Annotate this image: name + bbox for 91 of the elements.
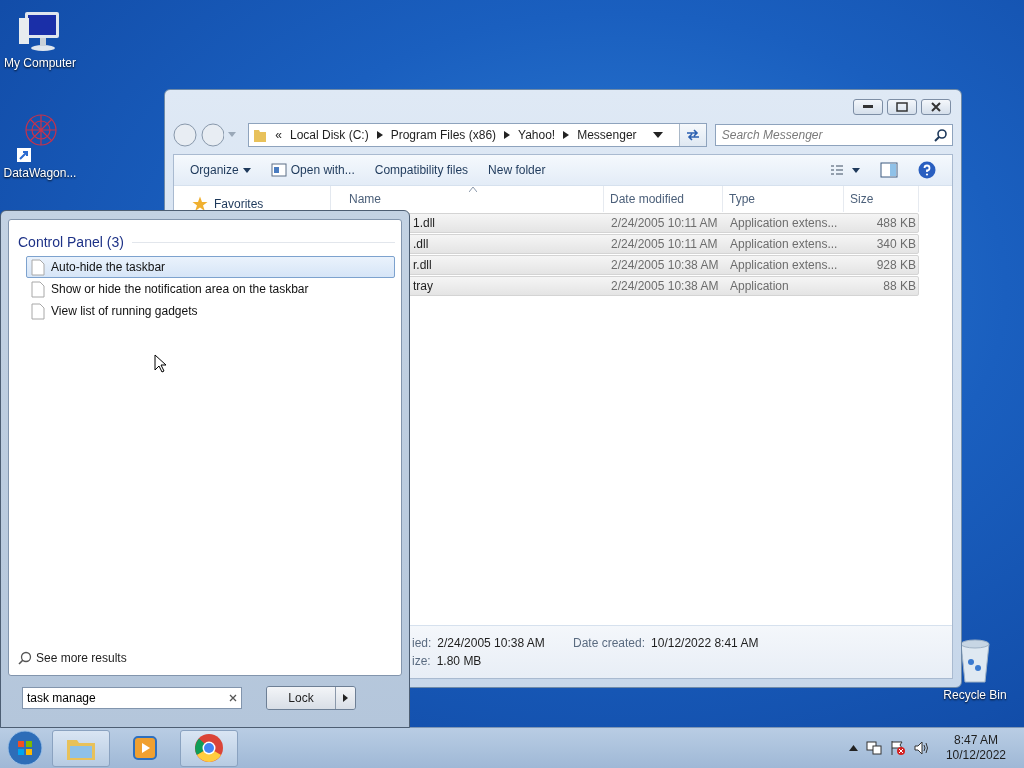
folder-icon <box>253 127 268 143</box>
clock-time: 8:47 AM <box>953 733 998 748</box>
result-group-title: Control Panel (3) <box>18 234 124 250</box>
detail-label: ied: <box>412 636 432 650</box>
result-label: Show or hide the notification area on the taskbar <box>51 282 309 296</box>
file-type: Application extens... <box>729 258 839 272</box>
pane-icon <box>880 162 898 178</box>
document-icon <box>31 280 45 298</box>
file-name: tray <box>412 279 434 293</box>
refresh-icon <box>684 128 701 142</box>
show-hidden-icons-button[interactable] <box>848 745 858 751</box>
address-crumb[interactable]: Program Files (x86) <box>390 128 497 142</box>
nav-item[interactable]: Favorites <box>214 197 264 211</box>
file-size: 488 KB <box>875 216 917 230</box>
document-icon <box>31 258 45 276</box>
clock-date: 10/12/2022 <box>945 748 1006 763</box>
minimize-button[interactable] <box>853 99 883 115</box>
chevron-icon <box>504 131 511 139</box>
detail-label: ize: <box>412 654 431 668</box>
file-size: 88 KB <box>882 279 917 293</box>
search-field[interactable]: Search Messenger <box>714 124 953 146</box>
toolbar-button[interactable]: Compatibility files <box>366 159 477 181</box>
refresh-button[interactable] <box>678 124 706 146</box>
chevron-icon <box>563 131 570 139</box>
search-icon <box>934 128 948 142</box>
search-input[interactable]: task manage <box>27 691 229 705</box>
caret-icon <box>242 167 251 173</box>
file-date: 2/24/2005 10:11 AM <box>610 216 719 230</box>
search-result[interactable]: Auto-hide the taskbar <box>26 256 395 278</box>
start-button[interactable] <box>4 729 46 767</box>
search-input[interactable]: Search Messenger <box>721 128 934 142</box>
lock-button[interactable]: Lock <box>267 687 335 709</box>
file-date: 2/24/2005 10:38 AM <box>610 258 720 272</box>
column-header[interactable]: Date modified <box>604 186 723 212</box>
search-icon <box>18 651 32 665</box>
detail-value: 2/24/2005 10:38 AM <box>437 636 545 650</box>
maximize-button[interactable] <box>887 99 917 115</box>
flag-icon <box>889 740 906 756</box>
speaker-icon <box>913 740 930 756</box>
file-type: Application <box>729 279 790 293</box>
network-icon <box>865 740 882 756</box>
chevron-icon <box>376 131 383 139</box>
result-label: View list of running gadgets <box>51 304 198 318</box>
taskbar-button[interactable] <box>180 729 238 767</box>
chrome-icon <box>194 733 224 763</box>
address-overflow[interactable]: « <box>275 128 282 142</box>
close-button[interactable] <box>921 99 951 115</box>
list-view-icon <box>830 164 860 176</box>
see-more-link[interactable]: See more results <box>36 651 127 665</box>
arrow-icon <box>343 694 348 702</box>
detail-label: Date created: <box>573 636 646 650</box>
power-options-button[interactable] <box>335 687 355 709</box>
result-label: Auto-hide the taskbar <box>51 260 166 274</box>
document-icon <box>31 302 45 320</box>
clock[interactable]: 8:47 AM 10/12/2022 <box>945 733 1006 763</box>
toolbar-button[interactable]: Organize <box>182 159 259 181</box>
dropdown-icon[interactable] <box>652 132 663 138</box>
star-icon <box>192 196 208 212</box>
column-header[interactable]: Type <box>723 186 844 212</box>
toolbar-button[interactable]: New folder <box>480 159 554 181</box>
start-search-field[interactable]: task manage <box>22 687 242 709</box>
file-date: 2/24/2005 10:11 AM <box>610 237 719 251</box>
detail-value: 1.80 MB <box>436 654 482 668</box>
file-type: Application extens... <box>729 216 839 230</box>
close-icon <box>931 102 941 112</box>
media-player-icon <box>131 734 159 762</box>
address-crumb[interactable]: Yahoo! <box>518 128 556 142</box>
file-type: Application extens... <box>729 237 839 251</box>
file-name: 1.dll <box>412 216 436 230</box>
address-crumb[interactable]: Local Disk (C:) <box>290 128 369 142</box>
desktop-icon-label[interactable]: DataWagon... <box>3 166 77 180</box>
column-header[interactable]: Size <box>844 186 919 212</box>
file-name: .dll <box>412 237 430 251</box>
help-icon <box>918 161 936 179</box>
address-crumb[interactable]: Messenger <box>577 128 637 142</box>
minimize-icon <box>863 105 873 109</box>
desktop-icon-label[interactable]: My Computer <box>4 56 76 70</box>
detail-value: 10/12/2022 8:41 AM <box>651 636 759 650</box>
windows-logo <box>7 730 43 766</box>
address-bar[interactable]: « Local Disk (C:) Program Files (x86) Yahoo! Messenger <box>248 123 707 147</box>
desktop-icon-label[interactable]: Recycle Bin <box>943 688 1007 702</box>
file-size: 928 KB <box>875 258 917 272</box>
search-result[interactable]: View list of running gadgets <box>26 300 395 322</box>
cursor-icon <box>154 354 167 373</box>
toolbar-button[interactable]: Open with... <box>262 159 363 181</box>
maximize-icon <box>896 102 908 112</box>
window-icon <box>270 163 287 177</box>
file-size: 340 KB <box>875 237 917 251</box>
file-date: 2/24/2005 10:38 AM <box>610 279 720 293</box>
clear-icon[interactable] <box>229 694 237 702</box>
file-name: r.dll <box>412 258 433 272</box>
